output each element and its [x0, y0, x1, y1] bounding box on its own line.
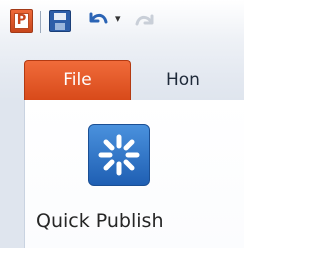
toolbar-separator	[40, 11, 41, 33]
redo-icon[interactable]	[133, 10, 157, 34]
quick-publish-button[interactable]: Quick Publish	[36, 124, 211, 236]
powerpoint-logo-icon[interactable]: P	[10, 9, 33, 33]
app-window: P ▾ File Hon Quick Publish	[0, 0, 244, 265]
quick-publish-label: Quick Publish	[36, 210, 164, 232]
chevron-down-icon[interactable]: ▾	[115, 12, 121, 25]
save-icon-label-area	[54, 13, 66, 20]
tab-home[interactable]: Hon	[166, 60, 200, 100]
quick-publish-icon	[88, 124, 150, 186]
save-icon-shutter	[55, 23, 65, 30]
logo-letter: P	[14, 13, 29, 29]
save-icon[interactable]	[49, 10, 71, 32]
spinner-rays-icon	[98, 134, 140, 176]
bottom-area	[0, 248, 244, 265]
quick-access-toolbar: P ▾	[0, 0, 244, 46]
undo-icon[interactable]	[86, 8, 110, 32]
tab-file[interactable]: File	[24, 60, 131, 100]
